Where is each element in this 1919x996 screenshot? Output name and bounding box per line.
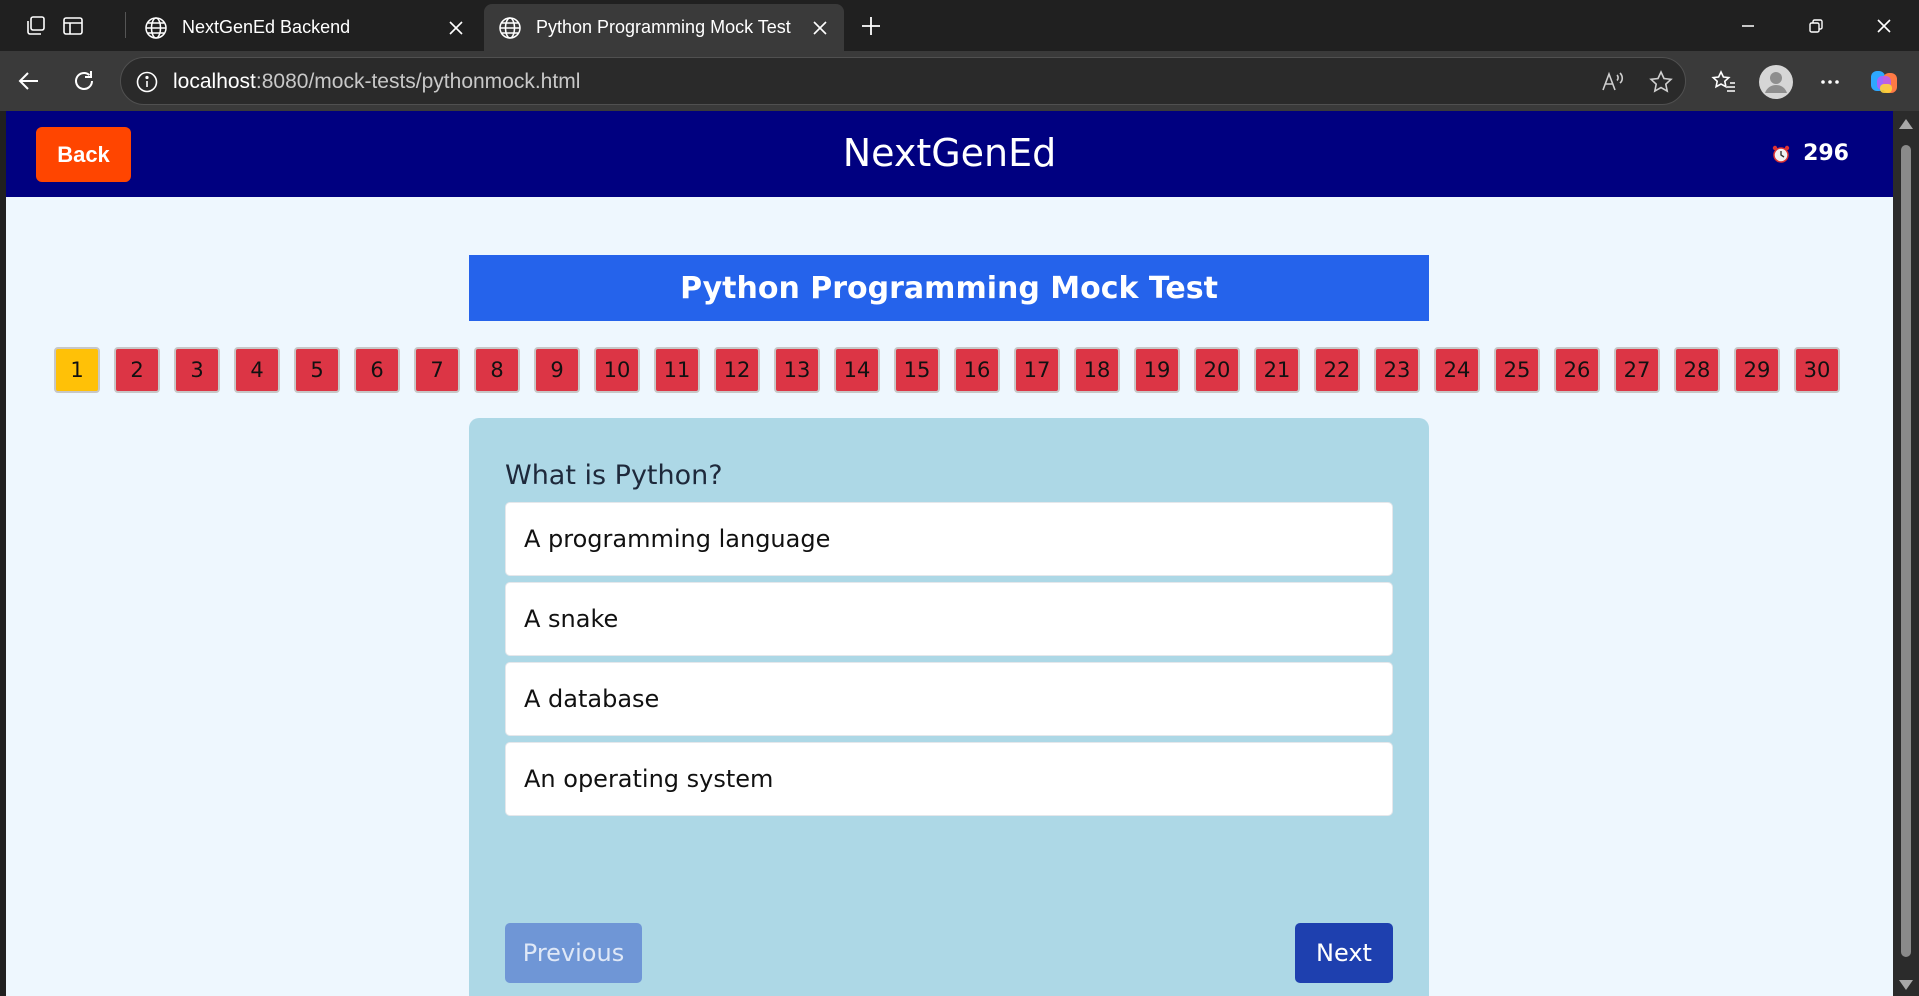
timer-value: 296: [1803, 141, 1849, 166]
question-number-button[interactable]: 1: [54, 347, 100, 393]
globe-icon: [145, 16, 167, 39]
favorites-icon[interactable]: [1706, 64, 1742, 100]
url-text[interactable]: localhost:8080/mock-tests/pythonmock.htm…: [173, 70, 580, 94]
question-number-button[interactable]: 24: [1434, 347, 1480, 393]
minimize-icon[interactable]: [1714, 0, 1782, 51]
next-button[interactable]: Next: [1295, 923, 1393, 983]
browser-toolbar: localhost:8080/mock-tests/pythonmock.htm…: [0, 51, 1919, 111]
tab-title: Python Programming Mock Test: [536, 17, 791, 37]
question-number-button[interactable]: 18: [1074, 347, 1120, 393]
site-info-icon[interactable]: [135, 70, 159, 94]
read-aloud-icon[interactable]: [1599, 68, 1627, 96]
close-icon[interactable]: [810, 18, 830, 38]
new-tab-icon[interactable]: [855, 10, 887, 42]
question-navigator: 1 2 3 4 5 6 7 8 9 10 11 12 13 14 15 16 17 18 19 20 21 22 23 24 2…: [54, 347, 1840, 395]
question-number-button[interactable]: 28: [1674, 347, 1720, 393]
option-1[interactable]: A programming language: [505, 502, 1393, 576]
globe-icon: [499, 16, 521, 39]
question-number-button[interactable]: 6: [354, 347, 400, 393]
question-text: What is Python?: [505, 460, 723, 491]
tab-nextgened-backend[interactable]: NextGenEd Backend: [130, 4, 480, 51]
question-number-button[interactable]: 22: [1314, 347, 1360, 393]
question-number-button[interactable]: 21: [1254, 347, 1300, 393]
scrollbar-thumb[interactable]: [1901, 145, 1911, 957]
question-number-button[interactable]: 8: [474, 347, 520, 393]
tab-separator: [125, 12, 126, 38]
test-title: Python Programming Mock Test: [469, 255, 1429, 321]
option-2[interactable]: A snake: [505, 582, 1393, 656]
tab-actions-icon[interactable]: [57, 10, 89, 42]
question-number-button[interactable]: 29: [1734, 347, 1780, 393]
more-options-icon[interactable]: [1812, 64, 1848, 100]
question-number-button[interactable]: 14: [834, 347, 880, 393]
scroll-up-arrow-icon[interactable]: [1899, 119, 1913, 129]
site-header: Back NextGenEd 296: [6, 111, 1893, 197]
url-path: :8080/mock-tests/pythonmock.html: [255, 70, 581, 93]
window-close-icon[interactable]: [1850, 0, 1918, 51]
question-number-button[interactable]: 11: [654, 347, 700, 393]
tab-python-mock-test[interactable]: Python Programming Mock Test: [484, 4, 844, 51]
question-number-button[interactable]: 25: [1494, 347, 1540, 393]
profile-avatar-icon[interactable]: [1758, 64, 1794, 100]
question-number-button[interactable]: 16: [954, 347, 1000, 393]
back-arrow-icon[interactable]: [12, 64, 46, 98]
option-4[interactable]: An operating system: [505, 742, 1393, 816]
browser-tab-bar: NextGenEd Backend Python Programming Moc…: [0, 0, 1919, 51]
question-number-button[interactable]: 3: [174, 347, 220, 393]
vertical-scrollbar[interactable]: [1893, 111, 1919, 996]
question-number-button[interactable]: 26: [1554, 347, 1600, 393]
question-number-button[interactable]: 27: [1614, 347, 1660, 393]
question-number-button[interactable]: 4: [234, 347, 280, 393]
question-number-button[interactable]: 23: [1374, 347, 1420, 393]
scroll-down-arrow-icon[interactable]: [1899, 980, 1913, 990]
question-number-button[interactable]: 10: [594, 347, 640, 393]
site-title: NextGenEd: [842, 131, 1057, 175]
timer: 296: [1771, 141, 1849, 166]
previous-button[interactable]: Previous: [505, 923, 642, 983]
address-bar[interactable]: localhost:8080/mock-tests/pythonmock.htm…: [120, 57, 1686, 105]
question-number-button[interactable]: 5: [294, 347, 340, 393]
question-number-button[interactable]: 12: [714, 347, 760, 393]
question-number-button[interactable]: 30: [1794, 347, 1840, 393]
question-number-button[interactable]: 13: [774, 347, 820, 393]
question-number-button[interactable]: 19: [1134, 347, 1180, 393]
question-number-button[interactable]: 7: [414, 347, 460, 393]
restore-icon[interactable]: [1782, 0, 1850, 51]
refresh-icon[interactable]: [67, 64, 101, 98]
option-3[interactable]: A database: [505, 662, 1393, 736]
question-card: What is Python? A programming language A…: [469, 418, 1429, 996]
url-host: localhost: [173, 70, 256, 93]
tab-title: NextGenEd Backend: [182, 17, 351, 37]
close-icon[interactable]: [446, 18, 466, 38]
question-number-button[interactable]: 2: [114, 347, 160, 393]
question-number-button[interactable]: 17: [1014, 347, 1060, 393]
copilot-icon[interactable]: [1866, 64, 1902, 100]
question-number-button[interactable]: 15: [894, 347, 940, 393]
workspaces-icon[interactable]: [20, 10, 52, 42]
page-viewport: Back NextGenEd 296 Python Programming Mo…: [6, 111, 1893, 996]
alarm-clock-icon: [1772, 145, 1790, 163]
favorite-star-icon[interactable]: [1647, 68, 1675, 96]
question-number-button[interactable]: 20: [1194, 347, 1240, 393]
question-number-button[interactable]: 9: [534, 347, 580, 393]
